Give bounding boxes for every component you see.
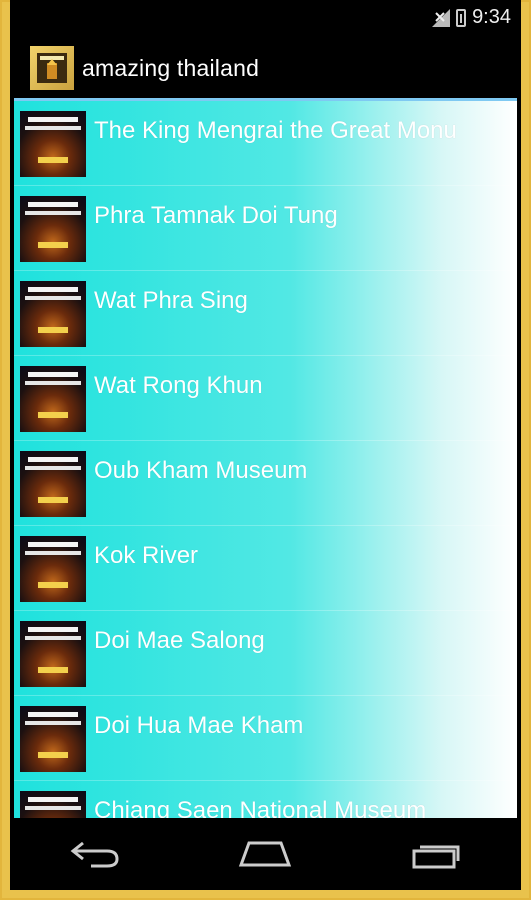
list-item[interactable]: Wat Rong Khun (14, 356, 517, 441)
list-item[interactable]: Chiang Saen National Museum (14, 781, 517, 818)
place-thumbnail (20, 536, 86, 602)
place-thumbnail (20, 111, 86, 177)
app-title: amazing thailand (82, 54, 260, 81)
list-item-label: Oub Kham Museum (94, 457, 308, 484)
home-icon (239, 841, 292, 867)
list-item-label: Doi Mae Salong (94, 627, 265, 654)
places-list[interactable]: The King Mengrai the Great Monu Phra Tam… (14, 98, 517, 818)
action-bar: amazing thailand (10, 38, 521, 98)
list-item-label: Wat Phra Sing (94, 287, 248, 314)
place-thumbnail (20, 706, 86, 772)
recent-apps-icon (412, 845, 460, 869)
list-item[interactable]: Wat Phra Sing (14, 271, 517, 356)
place-thumbnail (20, 791, 86, 818)
list-item[interactable]: The King Mengrai the Great Monu (14, 98, 517, 186)
home-button[interactable] (230, 829, 300, 879)
place-thumbnail (20, 366, 86, 432)
list-item[interactable]: Kok River (14, 526, 517, 611)
back-icon (70, 841, 119, 868)
signal-icon (432, 8, 451, 27)
place-thumbnail (20, 451, 86, 517)
list-item[interactable]: Doi Mae Salong (14, 611, 517, 696)
list-item-label: Phra Tamnak Doi Tung (94, 202, 338, 229)
recent-apps-button[interactable] (401, 829, 471, 879)
list-item[interactable]: Phra Tamnak Doi Tung (14, 186, 517, 271)
status-bar: 9:34 (10, 0, 521, 38)
back-button[interactable] (60, 829, 130, 879)
place-thumbnail (20, 621, 86, 687)
list-item-label: The King Mengrai the Great Monu (94, 117, 457, 144)
place-thumbnail (20, 196, 86, 262)
navigation-bar (10, 818, 521, 890)
status-time: 9:34 (472, 6, 511, 28)
app-logo-icon[interactable] (30, 46, 74, 90)
list-item-label: Kok River (94, 542, 199, 569)
phone-screen: 9:34 amazing thailand The King Mengrai t… (10, 0, 521, 890)
battery-icon (456, 8, 467, 27)
place-thumbnail (20, 281, 86, 347)
list-item-label: Chiang Saen National Museum (94, 797, 427, 818)
list-item-label: Doi Hua Mae Kham (94, 712, 304, 739)
list-item[interactable]: Oub Kham Museum (14, 441, 517, 526)
list-item-label: Wat Rong Khun (94, 372, 263, 399)
list-item[interactable]: Doi Hua Mae Kham (14, 696, 517, 781)
